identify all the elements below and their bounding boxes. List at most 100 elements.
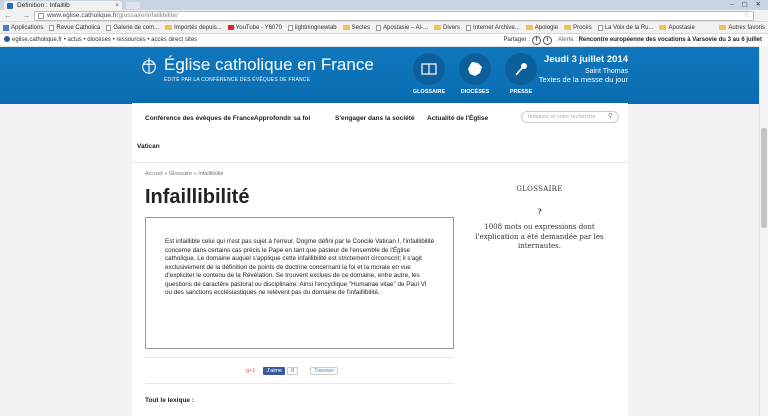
search-icon[interactable]: ⚲ xyxy=(608,112,613,122)
saint-of-day[interactable]: Saint Thomas xyxy=(539,68,628,75)
url-path: /glossaire/infaillibilite/ xyxy=(116,12,178,19)
nav-item-engager[interactable]: S'engager dans la société xyxy=(335,115,415,122)
address-bar: ← → C www.eglise.catholique.fr/glossaire… xyxy=(0,10,768,22)
presse-label: PRESSE xyxy=(509,89,533,95)
bookmark-label: Divers xyxy=(443,24,461,31)
dioceses-label: DIOCÈSES xyxy=(460,89,490,95)
bookmark-label: Galerie de com... xyxy=(113,24,160,31)
url-host: www.eglise.catholique.fr xyxy=(47,12,117,19)
definition-text: Est infaillible celui qui n'est pas suje… xyxy=(165,238,435,296)
glossaire-label: GLOSSAIRE xyxy=(412,89,446,95)
google-plus-button[interactable]: g+1 xyxy=(246,368,255,374)
alert-message[interactable]: Rencontre européenne des vocations à Var… xyxy=(579,37,762,43)
window-controls[interactable]: – ▢ ✕ xyxy=(730,0,764,10)
share-label: Partager : xyxy=(503,37,530,43)
bookmark-item[interactable]: La Voix de la Ru... xyxy=(597,24,653,31)
page-icon xyxy=(466,24,472,31)
other-bookmarks-label: Autres favoris xyxy=(728,24,765,31)
main-navigation: Conférence des évêques de France Approfo… xyxy=(132,103,628,163)
page-icon xyxy=(375,24,381,31)
bookmark-label: Apologie xyxy=(534,24,559,31)
folder-icon xyxy=(342,25,350,30)
bookmark-star-icon[interactable]: ☆ xyxy=(744,12,750,20)
url-field[interactable]: www.eglise.catholique.fr/glossaire/infai… xyxy=(34,11,754,21)
bookmark-item[interactable]: Internet Archive... xyxy=(466,24,520,31)
browser-tab[interactable]: Définition : Infaillib × xyxy=(4,1,122,10)
bookmark-item[interactable]: Apologie xyxy=(525,24,559,31)
header-shortcuts: GLOSSAIRE DIOCÈSES PRESSE xyxy=(406,53,544,95)
site-favicon-icon xyxy=(7,3,13,9)
sidebar-heading: GLOSSAIRE xyxy=(516,185,563,193)
bookmark-item[interactable]: Apostasie – Al-... xyxy=(375,24,429,31)
current-date: Jeudi 3 juillet 2014 xyxy=(544,54,628,65)
page-scrollbar[interactable] xyxy=(759,46,768,416)
microphone-icon xyxy=(505,53,537,85)
page-icon xyxy=(597,24,603,31)
dioceses-shortcut[interactable]: DIOCÈSES xyxy=(452,53,498,95)
nav-item-approfondir[interactable]: Approfondir sa foi xyxy=(254,115,310,122)
page-info-icon[interactable] xyxy=(38,13,44,19)
bookmark-item[interactable]: Applications xyxy=(3,24,43,31)
other-bookmarks[interactable]: Autres favoris xyxy=(719,25,765,31)
search-input[interactable]: Indiquez ici votre recherche ⚲ xyxy=(521,111,619,123)
glossary-count-text: 1008 mots ou expressions dont l'explicat… xyxy=(475,223,604,250)
bookmark-label: lightningnewtab xyxy=(294,24,337,31)
bookmark-item[interactable]: Importés depuis... xyxy=(165,25,222,31)
quick-links-text[interactable]: eglise.catholique.fr • actus • diocèses … xyxy=(12,37,197,43)
presse-shortcut[interactable]: PRESSE xyxy=(498,53,544,95)
tweet-button[interactable]: Tweeter xyxy=(310,367,338,375)
bookmark-label: YouTube - Y6070 xyxy=(235,24,282,31)
site-quick-links[interactable]: eglise.catholique.fr • actus • diocèses … xyxy=(4,34,197,47)
page-title: Infaillibilité xyxy=(145,186,250,208)
site-title[interactable]: Église catholique en France xyxy=(164,55,374,75)
site-subtitle: ÉDITÉ PAR LA CONFÉRENCE DES ÉVÊQUES DE F… xyxy=(164,77,311,83)
breadcrumb[interactable]: Accueil » Glossaire » Infaillibilité xyxy=(145,171,224,177)
site-top-strip: eglise.catholique.fr • actus • diocèses … xyxy=(0,34,768,47)
alert-label: Alerte : xyxy=(557,37,579,43)
folder-icon xyxy=(434,25,442,30)
scrollbar-thumb[interactable] xyxy=(761,128,767,228)
bookmark-item[interactable]: lightningnewtab xyxy=(287,24,337,31)
nav-item-conference[interactable]: Conférence des évêques de France xyxy=(145,115,254,122)
bookmarks-bar: Applications Revue Catholica Galerie de co… xyxy=(0,22,768,34)
bookmark-item[interactable]: Revue Catholica xyxy=(49,24,100,31)
page-icon xyxy=(287,24,293,31)
bookmark-label: Importés depuis... xyxy=(174,24,222,31)
facebook-like-button[interactable]: J'aime xyxy=(263,367,286,375)
browser-tab-bar: Définition : Infaillib × – ▢ ✕ xyxy=(0,0,768,10)
date-block: Jeudi 3 juillet 2014 Saint Thomas Textes… xyxy=(539,54,628,84)
nav-item-actualite[interactable]: Actualité de l'Église xyxy=(427,115,488,122)
lexique-heading: Tout le lexique : xyxy=(145,397,194,404)
bookmark-label: Procès xyxy=(573,24,592,31)
site-header: Église catholique en France ÉDITÉ PAR LA… xyxy=(0,47,768,104)
bookmark-item[interactable]: Divers xyxy=(434,25,460,31)
bookmark-item[interactable]: Apostasie xyxy=(659,24,695,31)
bookmark-label: Apostasie xyxy=(668,24,695,31)
definition-box: Est infaillible celui qui n'est pas suje… xyxy=(145,217,454,349)
folder-icon xyxy=(659,25,667,30)
divider xyxy=(145,357,454,358)
new-tab-button[interactable] xyxy=(126,2,140,9)
page-icon xyxy=(49,24,55,31)
france-map-icon xyxy=(459,53,491,85)
social-share-bar: g+1 J'aime 0 Tweeter xyxy=(246,367,338,375)
bookmark-label: Apostasie – Al-... xyxy=(382,24,429,31)
bookmark-item[interactable]: Galerie de com... xyxy=(106,24,160,31)
book-icon xyxy=(413,53,445,85)
facebook-icon[interactable]: f xyxy=(531,36,541,45)
nav-item-vatican[interactable]: Vatican xyxy=(137,143,160,150)
bookmark-item[interactable]: Procès xyxy=(564,25,592,31)
search-placeholder: Indiquez ici votre recherche xyxy=(528,114,596,120)
bookmark-item[interactable]: YouTube - Y6070 xyxy=(227,24,282,31)
twitter-icon[interactable]: t xyxy=(542,36,552,45)
folder-icon xyxy=(525,25,533,30)
glossaire-shortcut[interactable]: GLOSSAIRE xyxy=(406,53,452,95)
apps-icon xyxy=(3,24,9,31)
alert-text[interactable]: Alerte : Rencontre européenne des vocati… xyxy=(558,34,762,47)
tab-title: Définition : Infaillib xyxy=(17,2,70,9)
site-logo-small-icon xyxy=(4,36,10,42)
bookmark-item[interactable]: Sectes xyxy=(342,25,370,31)
mass-texts-link[interactable]: Textes de la messe du jour xyxy=(539,75,628,84)
folder-icon xyxy=(165,25,173,30)
tab-close-icon[interactable]: × xyxy=(115,1,119,10)
